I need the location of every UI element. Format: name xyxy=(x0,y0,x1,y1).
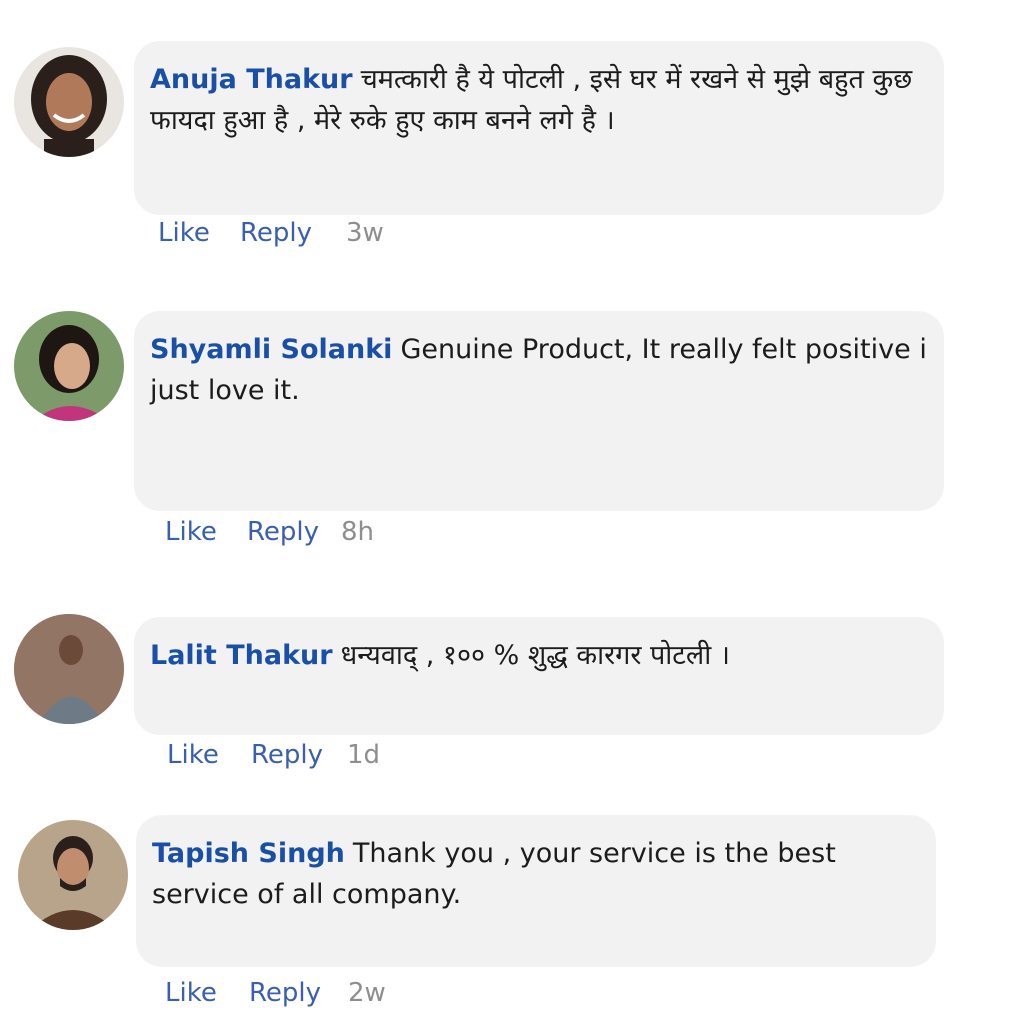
avatar[interactable] xyxy=(14,614,124,724)
comment-author[interactable]: Lalit Thakur xyxy=(150,640,333,671)
like-button[interactable]: Like xyxy=(165,517,217,547)
comment-actions: Like Reply 8h xyxy=(165,517,465,553)
comment-actions: Like Reply 3w xyxy=(158,218,458,254)
like-button[interactable]: Like xyxy=(158,218,210,248)
comment-bubble: Tapish Singh Thank you , your service is … xyxy=(136,815,936,967)
user-avatar-icon xyxy=(18,820,128,930)
reply-button[interactable]: Reply xyxy=(249,978,321,1008)
comment-bubble: Lalit Thakur धन्यवाद् , १०० % शुद्ध कारगर… xyxy=(134,617,944,735)
avatar[interactable] xyxy=(14,47,124,157)
comment-timestamp: 1d xyxy=(347,740,381,770)
like-button[interactable]: Like xyxy=(165,978,217,1008)
comment-author[interactable]: Anuja Thakur xyxy=(150,64,353,95)
comment-timestamp: 8h xyxy=(341,517,375,547)
comment-author[interactable]: Shyamli Solanki xyxy=(150,334,392,365)
avatar[interactable] xyxy=(18,820,128,930)
like-button[interactable]: Like xyxy=(167,740,219,770)
comment-text: धन्यवाद् , १०० % शुद्ध कारगर पोटली । xyxy=(340,640,731,671)
reply-button[interactable]: Reply xyxy=(247,517,319,547)
comment-timestamp: 2w xyxy=(348,978,386,1008)
avatar[interactable] xyxy=(14,311,124,421)
comment-bubble: Shyamli Solanki Genuine Product, It reall… xyxy=(134,311,944,511)
comment-bubble: Anuja Thakur चमत्कारी है ये पोटली , इसे घ… xyxy=(134,41,944,215)
comment-timestamp: 3w xyxy=(346,218,384,248)
comment-author[interactable]: Tapish Singh xyxy=(152,838,345,869)
user-avatar-icon xyxy=(14,47,124,157)
comment-actions: Like Reply 2w xyxy=(165,978,465,1014)
comment-actions: Like Reply 1d xyxy=(167,740,467,776)
reply-button[interactable]: Reply xyxy=(251,740,323,770)
reply-button[interactable]: Reply xyxy=(240,218,312,248)
user-avatar-icon xyxy=(14,311,124,421)
user-avatar-icon xyxy=(14,614,124,724)
